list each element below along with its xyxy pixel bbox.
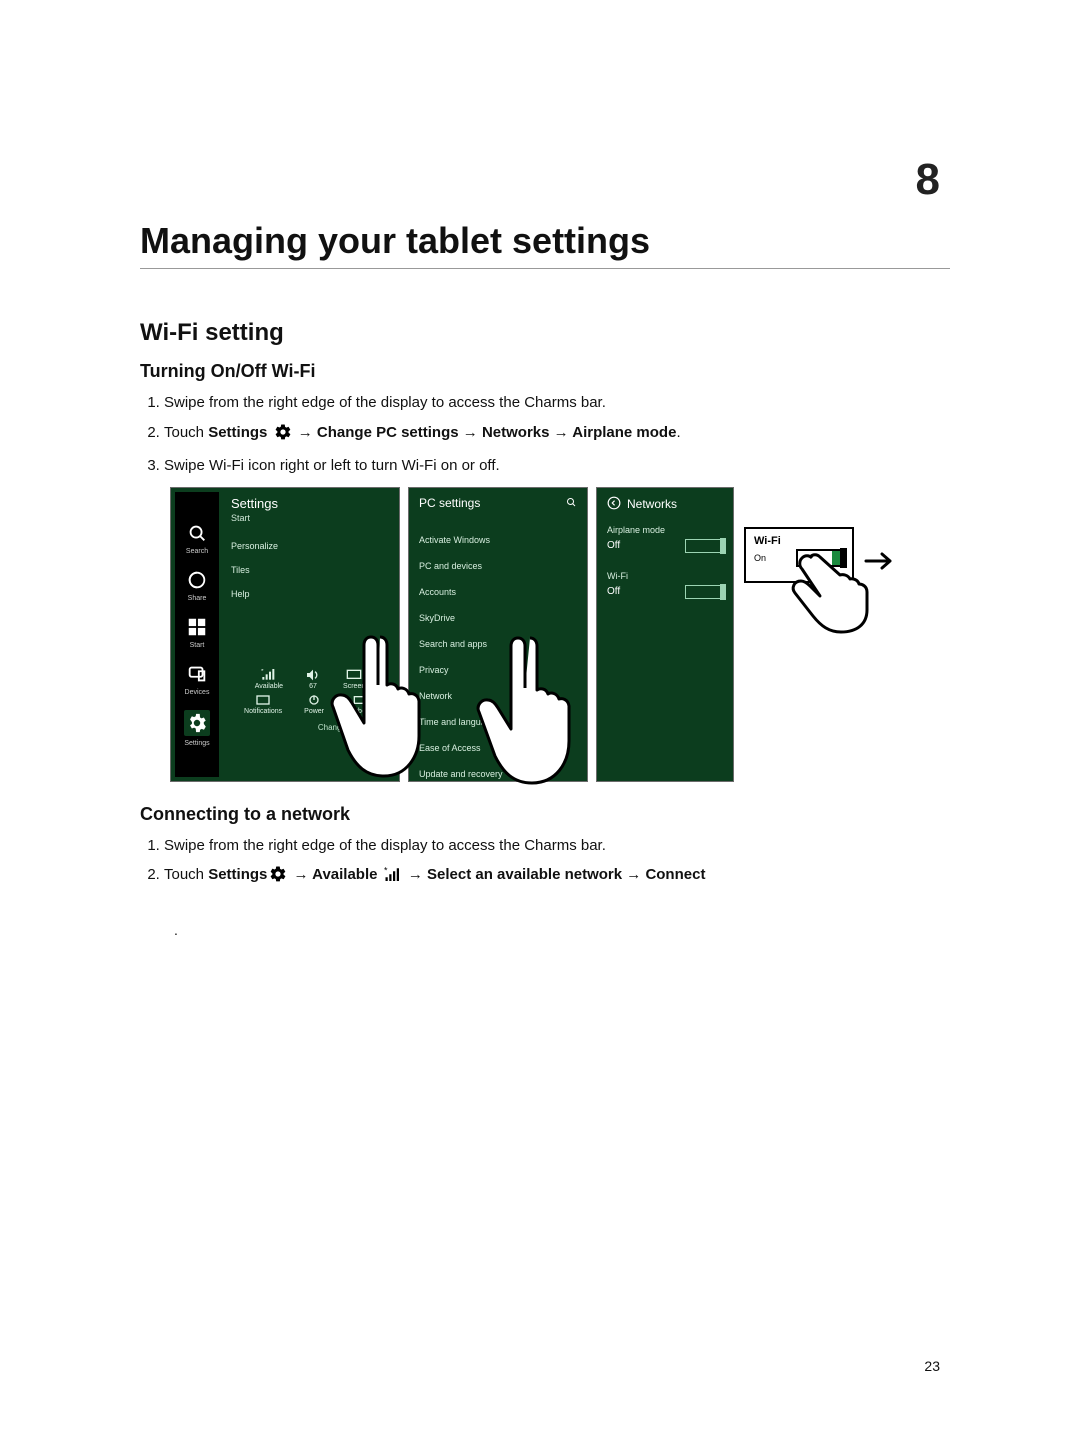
wifi-detail-state: On <box>754 553 766 563</box>
pcsettings-item: Activate Windows <box>409 533 587 547</box>
charm-label-start: Start <box>190 642 205 649</box>
change-pc-link: Change PC settings <box>221 715 399 732</box>
arrow-1: → <box>298 424 317 441</box>
pcsettings-item: Update and recovery <box>409 767 587 781</box>
wifi-detail-title: Wi-Fi <box>746 529 852 547</box>
arrow-2: → <box>459 424 482 441</box>
step-2-changepc: Change PC settings <box>317 424 459 441</box>
search-icon <box>186 522 208 544</box>
settings-flyout-title: Settings <box>221 488 399 513</box>
settings-item-tiles: Tiles <box>221 563 399 577</box>
pcsettings-item: Network <box>409 689 587 703</box>
charm-label-devices: Devices <box>185 689 210 696</box>
charm-label-settings: Settings <box>184 740 209 747</box>
subsection-heading-turning: Turning On/Off Wi-Fi <box>140 361 950 382</box>
pcsettings-item: SkyDrive <box>409 611 587 625</box>
pcsettings-item: Search and apps <box>409 637 587 651</box>
pcsettings-item: Privacy <box>409 663 587 677</box>
svg-text:*: * <box>384 867 388 876</box>
steps-turning: Swipe from the right edge of the display… <box>164 390 950 479</box>
toggle-switch <box>685 585 723 599</box>
qa-notifications: Notifications <box>244 694 282 715</box>
airplane-label: Airplane mode <box>597 523 733 537</box>
networks-panel: Networks Airplane mode Off Wi-Fi Off <box>596 487 734 782</box>
pcsettings-item: Time and language <box>409 715 587 729</box>
connect-step-2-pre: Touch <box>164 866 208 883</box>
gear-icon <box>274 423 292 450</box>
charm-label-search: Search <box>186 548 208 555</box>
connect-step-2: Touch Settings → Available * → Select an… <box>164 862 950 892</box>
page-number: 23 <box>924 1358 940 1374</box>
qa-volume: 67 <box>305 669 321 690</box>
gear-icon <box>269 865 287 892</box>
settings-flyout-panel: Search Share Start Devices Settings Sett… <box>170 487 400 782</box>
pcsettings-title: PC settings <box>419 496 480 510</box>
toggle-switch-on <box>796 549 844 567</box>
back-icon <box>607 496 621 513</box>
step-2-pre: Touch <box>164 424 208 441</box>
page-title: Managing your tablet settings <box>140 220 950 262</box>
qa-keyboard: Keyboard <box>346 694 376 715</box>
step-3: Swipe Wi-Fi icon right or left to turn W… <box>164 453 950 479</box>
step-2-settings: Settings <box>208 424 267 441</box>
manual-page: 8 Managing your tablet settings Wi-Fi se… <box>0 0 1080 1434</box>
settings-icon <box>184 710 210 736</box>
pcsettings-item: Accounts <box>409 585 587 599</box>
qa-power: Power <box>304 694 324 715</box>
arrow-2b: → <box>404 866 427 883</box>
connect-step-2-available: Available <box>312 866 377 883</box>
settings-item-help: Help <box>221 587 399 601</box>
connect-step-2-select: Select an available network <box>427 866 622 883</box>
steps-connecting: Swipe from the right edge of the display… <box>164 833 950 892</box>
svg-text:*: * <box>261 669 264 675</box>
pc-settings-panel: PC settings Activate Windows PC and devi… <box>408 487 588 782</box>
arrow-3b: → <box>622 866 645 883</box>
subsection-heading-connecting: Connecting to a network <box>140 804 950 825</box>
arrow-3: → <box>549 424 572 441</box>
wifi-label: Wi-Fi <box>597 569 733 583</box>
step-2-period: . <box>676 424 680 441</box>
charms-bar: Search Share Start Devices Settings <box>175 492 219 777</box>
devices-icon <box>186 663 208 685</box>
step-2: Touch Settings → Change PC settings → Ne… <box>164 420 950 450</box>
pcsettings-item: PC and devices <box>409 559 587 573</box>
settings-item-personalize: Personalize <box>221 539 399 553</box>
airplane-state: Off <box>607 540 620 551</box>
wifi-toggle: Off <box>597 583 733 601</box>
step-1: Swipe from the right edge of the display… <box>164 390 950 416</box>
step-2-networks: Networks <box>482 424 550 441</box>
connect-step-2-connect: Connect <box>645 866 705 883</box>
search-icon <box>565 496 577 511</box>
settings-flyout-sub: Start <box>221 513 399 529</box>
toggle-switch <box>685 539 723 553</box>
qa-network: *Available <box>255 669 283 690</box>
wifi-state: Off <box>607 586 620 597</box>
wifi-detail-panel: Wi-Fi On <box>744 527 854 583</box>
connect-step-2-settings: Settings <box>208 866 267 883</box>
share-icon <box>186 569 208 591</box>
charm-label-share: Share <box>188 595 207 602</box>
qa-screen: Screen <box>343 669 365 690</box>
illustration: Search Share Start Devices Settings Sett… <box>170 487 890 782</box>
signal-bars-icon: * <box>384 866 402 892</box>
trailing-period: . <box>174 922 950 938</box>
title-rule <box>140 268 950 269</box>
step-2-airplane: Airplane mode <box>572 424 676 441</box>
pcsettings-item: Ease of Access <box>409 741 587 755</box>
chapter-number: 8 <box>916 155 940 205</box>
section-heading-wifi: Wi-Fi setting <box>140 319 950 347</box>
arrow-1b: → <box>289 866 312 883</box>
connect-step-1: Swipe from the right edge of the display… <box>164 833 950 859</box>
airplane-toggle: Off <box>597 537 733 555</box>
start-icon <box>186 616 208 638</box>
networks-title: Networks <box>627 497 677 511</box>
